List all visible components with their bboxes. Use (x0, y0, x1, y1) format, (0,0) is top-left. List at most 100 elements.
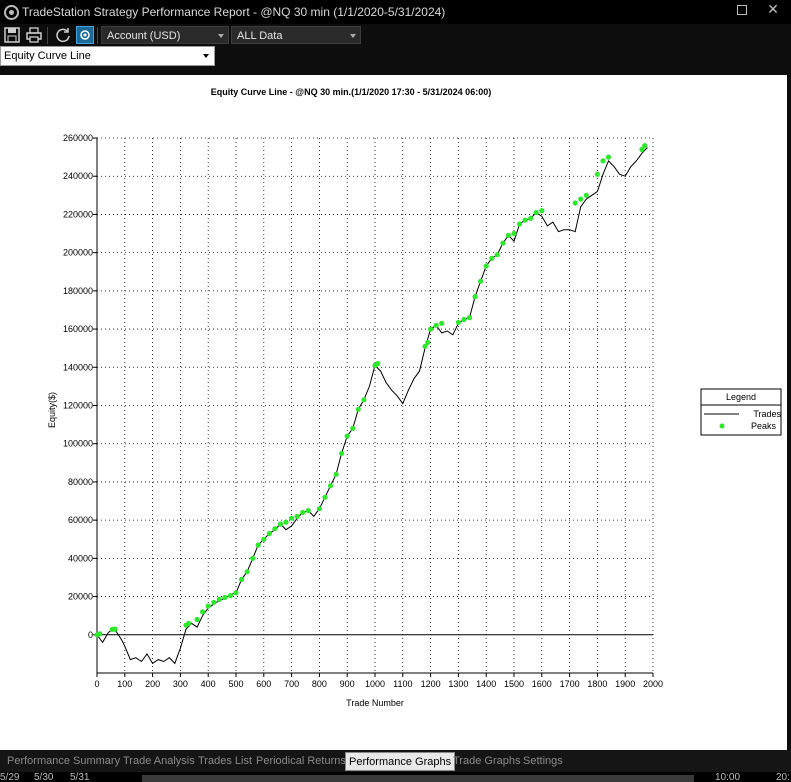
peak-point (483, 263, 489, 269)
peak-point (222, 594, 228, 601)
tab-trades-list[interactable]: Trades List (195, 752, 255, 771)
peak-point (233, 590, 239, 596)
y-tick-label: 140000 (63, 362, 93, 372)
peak-point (472, 294, 478, 300)
toolbar-separator (47, 27, 48, 44)
account-dropdown-value: Account (USD) (107, 30, 181, 42)
x-tick-label: 1600 (532, 679, 552, 689)
x-tick-label: 200 (145, 679, 160, 689)
trades-series (96, 147, 648, 665)
peak-point (522, 217, 528, 223)
peak-point (511, 230, 517, 237)
peak-point (642, 143, 648, 149)
chevron-down-icon (218, 34, 224, 38)
account-dropdown[interactable]: Account (USD) (101, 26, 229, 44)
y-tick-label: 40000 (68, 553, 93, 563)
peak-point (594, 171, 601, 177)
tab-performance-summary[interactable]: Performance Summary (4, 752, 123, 771)
grid-lines (97, 137, 654, 673)
legend-title: Legend (726, 392, 756, 402)
save-button[interactable] (3, 26, 21, 44)
chevron-down-icon (350, 34, 356, 38)
y-tick-label: 0 (88, 630, 93, 640)
peak-point (350, 425, 356, 431)
peak-point (425, 339, 431, 345)
print-button[interactable] (25, 26, 43, 44)
peak-point (600, 158, 606, 164)
y-tick-label: 180000 (63, 286, 93, 296)
x-tick-label: 500 (228, 679, 243, 689)
x-tick-label: 300 (173, 679, 188, 689)
peak-point (205, 603, 211, 609)
report-window: TradeStation Strategy Performance Report… (0, 0, 791, 782)
x-tick-label: 1000 (365, 679, 385, 689)
tab-periodical-returns[interactable]: Periodical Returns (253, 752, 349, 771)
data-range-dropdown-value: ALL Data (237, 30, 283, 42)
peak-point (572, 200, 578, 206)
refresh-button[interactable] (54, 26, 72, 44)
maximize-button[interactable] (727, 0, 757, 20)
y-tick-labels: 0 20000 40000 60000 80000 100000 120000 140000 1… (63, 133, 93, 640)
y-tick-label: 60000 (68, 515, 93, 525)
peak-point (322, 494, 328, 500)
peak-point (583, 192, 589, 198)
peak-point (289, 515, 295, 521)
tab-performance-graphs[interactable]: Performance Graphs (345, 752, 456, 771)
data-range-dropdown[interactable]: ALL Data (231, 26, 361, 44)
x-tick-label: 900 (340, 679, 355, 689)
peak-point (533, 209, 539, 216)
x-tick-label: 1200 (421, 679, 441, 689)
peak-point (433, 322, 439, 328)
x-tick-label: 1300 (448, 679, 468, 689)
peak-point (517, 221, 523, 227)
peak-point (333, 471, 339, 477)
x-tick-label: 1800 (587, 679, 607, 689)
peak-point (194, 616, 200, 623)
peak-point (97, 631, 103, 637)
x-tick-label: 2000 (643, 679, 663, 689)
y-tick-label: 100000 (63, 439, 93, 449)
peak-point (466, 315, 473, 321)
y-tick-label: 160000 (63, 324, 93, 334)
peak-point (489, 255, 495, 261)
peak-point (528, 215, 534, 221)
tab-settings[interactable]: Settings (520, 752, 566, 771)
graph-type-select-value: Equity Curve Line (4, 50, 91, 62)
peak-point (283, 519, 289, 525)
peak-point (272, 526, 278, 532)
x-tick-label: 1900 (615, 679, 635, 689)
close-button[interactable]: ✕ (758, 0, 788, 20)
peak-point (305, 508, 311, 514)
peak-point (112, 626, 118, 632)
peak-point (355, 406, 361, 412)
trades-line (96, 147, 648, 665)
y-tick-label: 80000 (68, 477, 93, 487)
x-tick-label: 400 (201, 679, 216, 689)
time-label: 20: (776, 772, 790, 782)
title-bar[interactable]: TradeStation Strategy Performance Report… (0, 0, 791, 24)
horizontal-scrollbar[interactable] (142, 775, 694, 782)
close-icon: ✕ (767, 1, 779, 17)
peak-point (539, 208, 545, 214)
tab-trade-graphs[interactable]: Trade Graphs (450, 752, 523, 771)
peak-point (578, 196, 584, 202)
peak-point (300, 509, 306, 516)
peak-point (277, 521, 284, 527)
x-axis-label: Trade Number (346, 698, 404, 708)
peak-point (327, 483, 334, 489)
y-tick-label: 220000 (63, 209, 93, 219)
x-tick-label: 1400 (476, 679, 496, 689)
tab-trade-analysis[interactable]: Trade Analysis (120, 752, 198, 771)
date-label: 5/29 (0, 772, 20, 782)
peak-point (239, 576, 245, 582)
x-tick-label: 700 (284, 679, 299, 689)
y-axis-label: Equity($) (47, 392, 57, 428)
graph-type-select[interactable]: Equity Curve Line (0, 46, 215, 66)
peak-point (344, 433, 350, 439)
toolbar: Account (USD) ALL Data (0, 24, 791, 46)
peak-point (294, 513, 300, 519)
y-tick-label: 260000 (63, 133, 93, 143)
legend-peaks-label: Peaks (751, 421, 777, 431)
peak-point (244, 569, 250, 575)
settings-button[interactable] (76, 26, 94, 44)
